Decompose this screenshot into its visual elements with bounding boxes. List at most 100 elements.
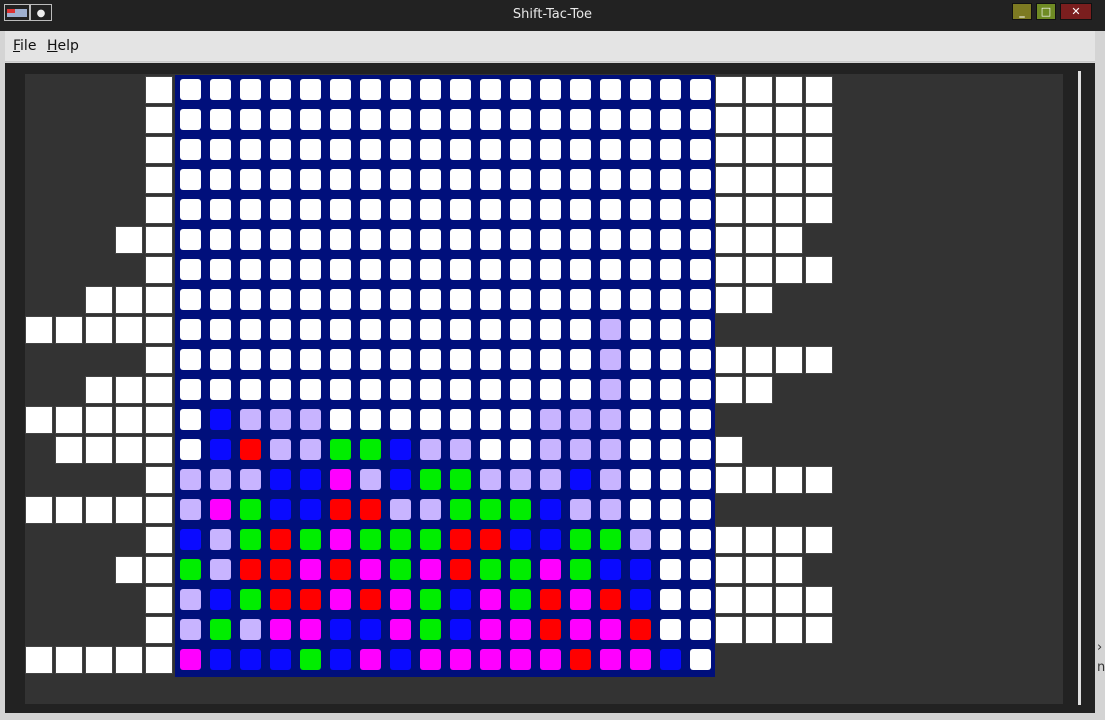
board-cell-r3-c18[interactable] bbox=[690, 139, 711, 160]
right-strip-cell-r4-3[interactable] bbox=[775, 166, 803, 194]
board-cell-r3-c5[interactable] bbox=[300, 139, 321, 160]
board-cell-r2-c7[interactable] bbox=[360, 109, 381, 130]
board-cell-r13-c5[interactable] bbox=[300, 439, 321, 460]
board-cell-r15-c3[interactable] bbox=[240, 499, 261, 520]
board-cell-r18-c13[interactable] bbox=[540, 589, 561, 610]
board-cell-r13-c15[interactable] bbox=[600, 439, 621, 460]
right-strip-cell-r18-4[interactable] bbox=[805, 586, 833, 614]
board-cell-r7-c14[interactable] bbox=[570, 259, 591, 280]
board-cell-r2-c12[interactable] bbox=[510, 109, 531, 130]
board-cell-r16-c3[interactable] bbox=[240, 529, 261, 550]
board-cell-r19-c14[interactable] bbox=[570, 619, 591, 640]
board-cell-r5-c11[interactable] bbox=[480, 199, 501, 220]
board-cell-r7-c8[interactable] bbox=[390, 259, 411, 280]
board-cell-r15-c4[interactable] bbox=[270, 499, 291, 520]
board-cell-r2-c13[interactable] bbox=[540, 109, 561, 130]
board-cell-r7-c6[interactable] bbox=[330, 259, 351, 280]
board-cell-r18-c15[interactable] bbox=[600, 589, 621, 610]
board-cell-r12-c12[interactable] bbox=[510, 409, 531, 430]
board-cell-r4-c8[interactable] bbox=[390, 169, 411, 190]
board-cell-r20-c8[interactable] bbox=[390, 649, 411, 670]
right-strip-cell-r5-1[interactable] bbox=[715, 196, 743, 224]
board-cell-r11-c6[interactable] bbox=[330, 379, 351, 400]
board-cell-r14-c8[interactable] bbox=[390, 469, 411, 490]
board-cell-r1-c11[interactable] bbox=[480, 79, 501, 100]
board-cell-r17-c16[interactable] bbox=[630, 559, 651, 580]
board-cell-r5-c15[interactable] bbox=[600, 199, 621, 220]
board-cell-r15-c16[interactable] bbox=[630, 499, 651, 520]
left-strip-cell-r20-2[interactable] bbox=[115, 646, 143, 674]
right-strip-cell-r1-3[interactable] bbox=[775, 76, 803, 104]
board-cell-r10-c1[interactable] bbox=[180, 349, 201, 370]
board-cell-r16-c6[interactable] bbox=[330, 529, 351, 550]
board-cell-r10-c2[interactable] bbox=[210, 349, 231, 370]
board-cell-r11-c14[interactable] bbox=[570, 379, 591, 400]
board-cell-r2-c8[interactable] bbox=[390, 109, 411, 130]
right-strip-cell-r16-1[interactable] bbox=[715, 526, 743, 554]
board-cell-r4-c11[interactable] bbox=[480, 169, 501, 190]
board-cell-r17-c2[interactable] bbox=[210, 559, 231, 580]
board-cell-r9-c3[interactable] bbox=[240, 319, 261, 340]
board-cell-r3-c6[interactable] bbox=[330, 139, 351, 160]
board-cell-r19-c5[interactable] bbox=[300, 619, 321, 640]
board-cell-r11-c1[interactable] bbox=[180, 379, 201, 400]
board-cell-r2-c15[interactable] bbox=[600, 109, 621, 130]
board-cell-r14-c9[interactable] bbox=[420, 469, 441, 490]
board-cell-r7-c16[interactable] bbox=[630, 259, 651, 280]
board-cell-r17-c10[interactable] bbox=[450, 559, 471, 580]
right-strip-cell-r2-4[interactable] bbox=[805, 106, 833, 134]
board-cell-r13-c9[interactable] bbox=[420, 439, 441, 460]
board-cell-r19-c17[interactable] bbox=[660, 619, 681, 640]
right-strip-cell-r14-1[interactable] bbox=[715, 466, 743, 494]
board-cell-r6-c11[interactable] bbox=[480, 229, 501, 250]
vertical-scrollbar[interactable] bbox=[1078, 71, 1081, 705]
board-cell-r5-c3[interactable] bbox=[240, 199, 261, 220]
board-cell-r2-c18[interactable] bbox=[690, 109, 711, 130]
board-cell-r11-c10[interactable] bbox=[450, 379, 471, 400]
left-strip-cell-r20-3[interactable] bbox=[85, 646, 113, 674]
board-cell-r3-c4[interactable] bbox=[270, 139, 291, 160]
board-cell-r6-c5[interactable] bbox=[300, 229, 321, 250]
board-cell-r11-c2[interactable] bbox=[210, 379, 231, 400]
board-cell-r4-c12[interactable] bbox=[510, 169, 531, 190]
board-cell-r14-c5[interactable] bbox=[300, 469, 321, 490]
board-cell-r15-c1[interactable] bbox=[180, 499, 201, 520]
board-cell-r6-c2[interactable] bbox=[210, 229, 231, 250]
board-cell-r19-c4[interactable] bbox=[270, 619, 291, 640]
minimize-button[interactable]: _ bbox=[1012, 3, 1032, 20]
board-cell-r7-c5[interactable] bbox=[300, 259, 321, 280]
game-canvas[interactable] bbox=[25, 74, 1063, 704]
board-cell-r7-c11[interactable] bbox=[480, 259, 501, 280]
board-cell-r16-c7[interactable] bbox=[360, 529, 381, 550]
board-cell-r11-c11[interactable] bbox=[480, 379, 501, 400]
left-strip-cell-r13-4[interactable] bbox=[55, 436, 83, 464]
board-cell-r2-c4[interactable] bbox=[270, 109, 291, 130]
board-cell-r12-c4[interactable] bbox=[270, 409, 291, 430]
board-cell-r19-c16[interactable] bbox=[630, 619, 651, 640]
board-cell-r8-c15[interactable] bbox=[600, 289, 621, 310]
board-cell-r4-c4[interactable] bbox=[270, 169, 291, 190]
right-strip-cell-r10-2[interactable] bbox=[745, 346, 773, 374]
board-cell-r10-c10[interactable] bbox=[450, 349, 471, 370]
board-cell-r12-c16[interactable] bbox=[630, 409, 651, 430]
right-strip-cell-r4-4[interactable] bbox=[805, 166, 833, 194]
left-strip-cell-r8-3[interactable] bbox=[85, 286, 113, 314]
board-cell-r1-c7[interactable] bbox=[360, 79, 381, 100]
right-strip-cell-r17-1[interactable] bbox=[715, 556, 743, 584]
right-strip-cell-r8-1[interactable] bbox=[715, 286, 743, 314]
board-cell-r18-c14[interactable] bbox=[570, 589, 591, 610]
board-cell-r18-c1[interactable] bbox=[180, 589, 201, 610]
board-cell-r7-c10[interactable] bbox=[450, 259, 471, 280]
board-cell-r16-c2[interactable] bbox=[210, 529, 231, 550]
board-cell-r12-c2[interactable] bbox=[210, 409, 231, 430]
board-cell-r13-c17[interactable] bbox=[660, 439, 681, 460]
board-cell-r5-c10[interactable] bbox=[450, 199, 471, 220]
board-cell-r4-c1[interactable] bbox=[180, 169, 201, 190]
board-cell-r4-c10[interactable] bbox=[450, 169, 471, 190]
left-strip-cell-r11-2[interactable] bbox=[115, 376, 143, 404]
board-cell-r6-c4[interactable] bbox=[270, 229, 291, 250]
board-cell-r20-c6[interactable] bbox=[330, 649, 351, 670]
right-strip-cell-r3-2[interactable] bbox=[745, 136, 773, 164]
board-cell-r14-c16[interactable] bbox=[630, 469, 651, 490]
board-cell-r9-c7[interactable] bbox=[360, 319, 381, 340]
